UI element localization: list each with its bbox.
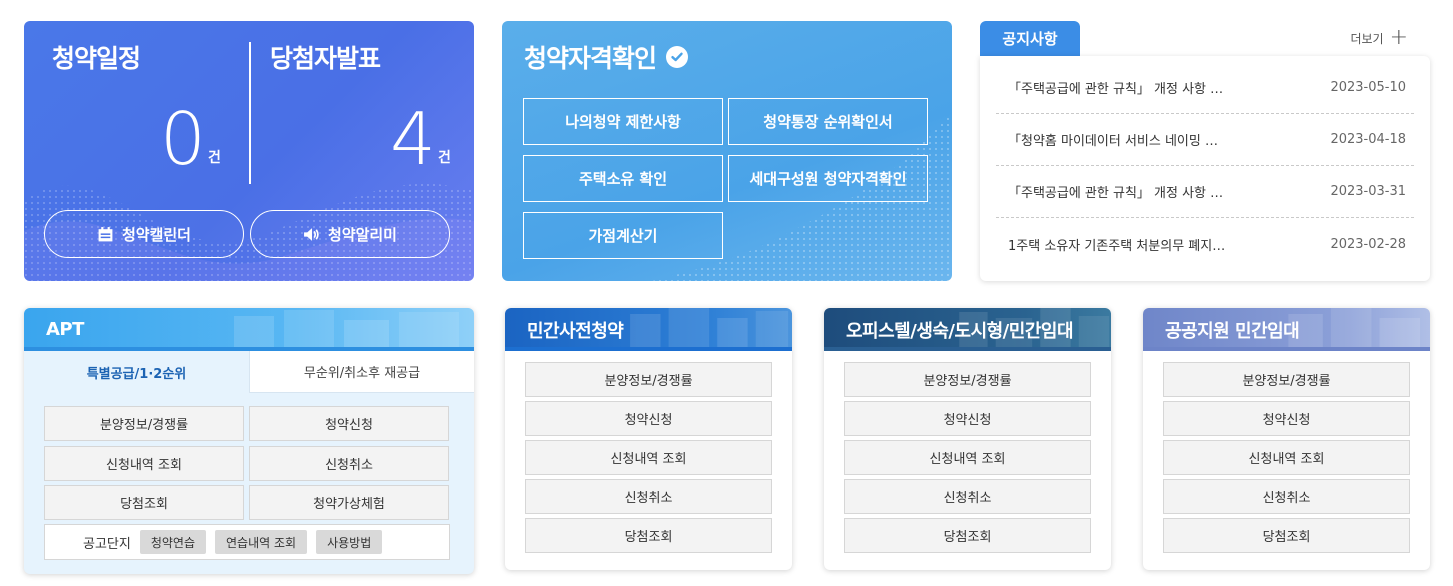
notice-item[interactable]: 「청약홈 마이데이터 서비스 네이밍 … 2023-04-18	[996, 114, 1414, 166]
application-history-button[interactable]: 신청내역 조회	[44, 446, 244, 481]
calendar-button-label: 청약캘린더	[121, 225, 191, 244]
schedule-column[interactable]: 청약일정 0 건	[24, 21, 250, 211]
apt-header: APT	[24, 308, 474, 351]
eligibility-title-text: 청약자격확인	[524, 44, 657, 73]
winners-unit: 건	[438, 150, 451, 166]
usage-guide-button[interactable]: 사용방법	[316, 530, 383, 554]
card-title: 민간사전청약	[527, 320, 624, 342]
apt-tabs: 특별공급/1·2순위 무순위/취소후 재공급	[24, 351, 474, 393]
sale-info-button[interactable]: 분양정보/경쟁률	[1163, 362, 1410, 397]
notice-item[interactable]: 1주택 소유자 기존주택 처분의무 폐지… 2023-02-28	[996, 218, 1414, 270]
apt-card: APT 특별공급/1·2순위 무순위/취소후 재공급 분양정보/경쟁률 청약신청…	[24, 308, 474, 574]
eligibility-card: 청약자격확인 나의청약 제한사항 청약통장 순위확인서 주택소유 확인 세대구성…	[502, 21, 952, 281]
building-illustration	[629, 308, 788, 351]
public-rental-card: 공공지원 민간임대 분양정보/경쟁률 청약신청 신청내역 조회 신청취소 당첨조…	[1143, 308, 1430, 570]
card-title: 공공지원 민간임대	[1165, 320, 1300, 342]
winners-title: 당첨자발표	[270, 44, 381, 73]
winner-check-button[interactable]: 당첨조회	[844, 518, 1091, 553]
practice-row: 공고단지 청약연습 연습내역 조회 사용방법	[44, 524, 450, 560]
apply-button[interactable]: 청약신청	[525, 401, 772, 436]
pre-subscription-card: 민간사전청약 분양정보/경쟁률 청약신청 신청내역 조회 신청취소 당첨조회	[505, 308, 792, 570]
application-history-button[interactable]: 신청내역 조회	[1163, 440, 1410, 475]
household-eligibility-button[interactable]: 세대구성원 청약자격확인	[728, 155, 928, 202]
calendar-button[interactable]: 청약캘린더	[44, 210, 244, 258]
cancel-application-button[interactable]: 신청취소	[844, 479, 1091, 514]
practice-button[interactable]: 청약연습	[139, 530, 207, 554]
schedule-title: 청약일정	[52, 44, 141, 73]
notice-list: 「주택공급에 관한 규칙」 개정 사항 … 2023-05-10 「청약홈 마이…	[996, 62, 1414, 270]
house-ownership-button[interactable]: 주택소유 확인	[523, 155, 723, 202]
sale-info-button[interactable]: 분양정보/경쟁률	[525, 362, 772, 397]
card-header: 민간사전청약	[505, 308, 792, 351]
virtual-experience-button[interactable]: 청약가상체험	[249, 485, 449, 520]
practice-history-button[interactable]: 연습내역 조회	[215, 530, 308, 554]
more-label: 더보기	[1350, 31, 1384, 46]
officetel-card: 오피스텔/생숙/도시형/민간임대 분양정보/경쟁률 청약신청 신청내역 조회 신…	[824, 308, 1111, 570]
notice-date: 2023-02-28	[1330, 236, 1406, 252]
notice-tab[interactable]: 공지사항	[980, 21, 1080, 56]
card-title: 오피스텔/생숙/도시형/민간임대	[846, 320, 1074, 342]
restriction-button[interactable]: 나의청약 제한사항	[523, 98, 723, 145]
practice-label: 공고단지	[83, 536, 131, 552]
application-history-button[interactable]: 신청내역 조회	[844, 440, 1091, 475]
notice-date: 2023-04-18	[1330, 132, 1406, 147]
header-bar	[1143, 347, 1430, 351]
alarm-button-label: 청약알리미	[327, 225, 397, 244]
notice-title: 「주택공급에 관한 규칙」 개정 사항 …	[1008, 186, 1224, 201]
schedule-count: 0	[160, 97, 206, 181]
header-bar	[824, 347, 1111, 351]
notice-date: 2023-05-10	[1330, 80, 1406, 95]
more-link[interactable]: 더보기 +	[1350, 27, 1408, 49]
notice-date: 2023-03-31	[1330, 184, 1406, 199]
apply-button[interactable]: 청약신청	[1163, 401, 1410, 436]
rank-certificate-button[interactable]: 청약통장 순위확인서	[728, 98, 928, 145]
notice-item[interactable]: 「주택공급에 관한 규칙」 개정 사항 … 2023-03-31	[996, 166, 1414, 218]
card-header: 공공지원 민간임대	[1143, 308, 1430, 351]
apt-title: APT	[46, 319, 84, 340]
sale-info-button[interactable]: 분양정보/경쟁률	[44, 406, 244, 441]
plus-icon: +	[1389, 25, 1408, 50]
card-header: 오피스텔/생숙/도시형/민간임대	[824, 308, 1111, 351]
winners-column[interactable]: 당첨자발표 4 건	[250, 21, 474, 211]
score-calculator-button[interactable]: 가점계산기	[523, 212, 723, 259]
speaker-icon	[304, 227, 319, 241]
building-illustration	[234, 310, 459, 351]
schedule-card: 청약일정 0 건 당첨자발표 4 건 청약캘린더 청약알리미	[24, 21, 474, 281]
cancel-application-button[interactable]: 신청취소	[249, 446, 449, 481]
eligibility-title: 청약자격확인	[524, 39, 689, 75]
apply-button[interactable]: 청약신청	[844, 401, 1091, 436]
notice-title: 1주택 소유자 기존주택 처분의무 폐지…	[1008, 238, 1226, 254]
cancel-application-button[interactable]: 신청취소	[525, 479, 772, 514]
notice-title: 「주택공급에 관한 규칙」 개정 사항 …	[1008, 82, 1224, 97]
sale-info-button[interactable]: 분양정보/경쟁률	[844, 362, 1091, 397]
notice-box: 「주택공급에 관한 규칙」 개정 사항 … 2023-05-10 「청약홈 마이…	[980, 56, 1430, 281]
calendar-icon	[98, 226, 113, 241]
winner-check-button[interactable]: 당첨조회	[525, 518, 772, 553]
header-bar	[505, 347, 792, 351]
tab-unranked-resupply[interactable]: 무순위/취소후 재공급	[249, 351, 474, 393]
winner-check-button[interactable]: 당첨조회	[1163, 518, 1410, 553]
schedule-unit: 건	[208, 150, 221, 166]
application-history-button[interactable]: 신청내역 조회	[525, 440, 772, 475]
apply-button[interactable]: 청약신청	[249, 406, 449, 441]
winner-check-button[interactable]: 당첨조회	[44, 485, 244, 520]
notice-item[interactable]: 「주택공급에 관한 규칙」 개정 사항 … 2023-05-10	[996, 62, 1414, 114]
tab-special-supply[interactable]: 특별공급/1·2순위	[24, 351, 249, 393]
notice-title: 「청약홈 마이데이터 서비스 네이밍 …	[1008, 134, 1218, 149]
check-circle-icon	[666, 46, 689, 68]
cancel-application-button[interactable]: 신청취소	[1163, 479, 1410, 514]
winners-count: 4	[390, 97, 436, 181]
notice-panel: 공지사항 더보기 + 「주택공급에 관한 규칙」 개정 사항 … 2023-05…	[980, 21, 1430, 281]
alarm-button[interactable]: 청약알리미	[250, 210, 450, 258]
